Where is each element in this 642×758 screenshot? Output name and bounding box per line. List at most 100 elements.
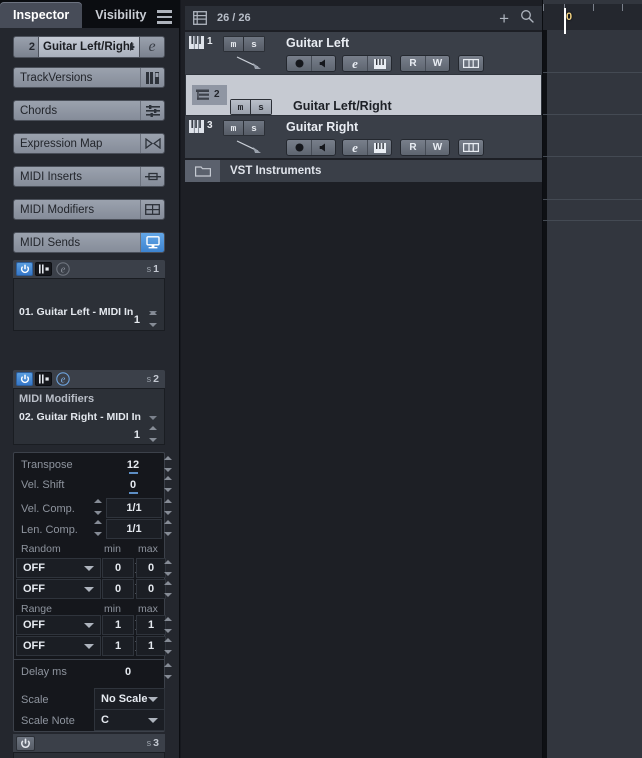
monitor-icon[interactable] — [311, 140, 335, 155]
chevron-down-icon[interactable] — [148, 717, 158, 723]
edit-channel-icon[interactable]: e — [140, 36, 165, 58]
vel-comp-stepper-left[interactable] — [94, 499, 103, 515]
vel-comp-value[interactable]: 1/1 — [106, 498, 162, 518]
record-enable-icon[interactable] — [287, 56, 311, 71]
mute-button[interactable]: m — [223, 120, 244, 136]
vel-comp-stepper-right[interactable] — [164, 499, 173, 515]
chevron-down-icon[interactable] — [84, 643, 94, 649]
len-comp-stepper-left[interactable] — [94, 520, 103, 536]
range-max-1-stepper[interactable] — [164, 617, 173, 633]
edit-instrument-icon[interactable]: e — [343, 140, 367, 155]
pre-send-icon[interactable] — [35, 372, 52, 386]
section-chords[interactable]: Chords — [13, 100, 165, 121]
random-max-2-stepper[interactable] — [164, 581, 173, 597]
send-slot-2-body[interactable]: MIDI Modifiers 02. Guitar Right - MIDI I… — [13, 388, 165, 445]
edit-icon[interactable]: e — [54, 372, 71, 386]
track-row[interactable]: 2 m s Guitar Left/Right — [185, 74, 542, 135]
write-automation[interactable]: W — [425, 56, 449, 71]
write-automation[interactable]: W — [425, 140, 449, 155]
tab-inspector[interactable]: Inspector — [0, 2, 83, 28]
random-min-1[interactable]: 0 — [102, 558, 134, 578]
vel-shift-slider-marker[interactable] — [129, 492, 138, 494]
midi-sends-icon[interactable] — [140, 233, 164, 252]
timeline-ruler[interactable]: 0 — [543, 4, 642, 34]
search-icon[interactable] — [520, 9, 534, 28]
expression-map-icon[interactable] — [140, 134, 164, 153]
send-slot-3-body[interactable] — [13, 752, 165, 758]
len-comp-value[interactable]: 1/1 — [106, 519, 162, 539]
hamburger-icon[interactable] — [157, 10, 172, 24]
send-channel-stepper[interactable] — [149, 311, 158, 327]
range-target-1[interactable]: OFF — [16, 615, 101, 635]
lanes-icon[interactable] — [459, 56, 483, 71]
plus-icon[interactable]: + — [499, 10, 509, 27]
range-max-2[interactable]: 1 — [136, 636, 166, 656]
send-destination[interactable]: 02. Guitar Right - MIDI In — [19, 411, 141, 423]
chevron-down-icon[interactable] — [84, 565, 94, 571]
record-enable-icon[interactable] — [287, 140, 311, 155]
tab-visibility[interactable]: Visibility — [82, 2, 159, 28]
chevron-down-icon[interactable] — [84, 586, 94, 592]
send-slot-1-body[interactable]: 01. Guitar Left - MIDI In 1 — [13, 278, 165, 331]
random-max-2[interactable]: 0 — [136, 579, 166, 599]
track-row[interactable]: 1 m s Guitar Left e R W — [185, 32, 542, 74]
chevron-down-icon[interactable] — [84, 622, 94, 628]
vel-shift-stepper[interactable] — [164, 476, 173, 492]
transpose-stepper[interactable] — [164, 456, 173, 472]
arrange-area[interactable]: 0 — [543, 0, 642, 758]
section-midi-inserts[interactable]: MIDI Inserts — [13, 166, 165, 187]
folder-name[interactable]: VST Instruments — [230, 165, 321, 177]
track-name[interactable]: Guitar Left/Right — [293, 99, 392, 113]
random-max-1[interactable]: 0 — [136, 558, 166, 578]
range-target-2[interactable]: OFF — [16, 636, 101, 656]
track-name[interactable]: Guitar Left — [286, 36, 349, 50]
scale-note-select[interactable]: C — [94, 709, 165, 731]
transpose-slider-marker[interactable] — [129, 472, 138, 474]
pre-send-icon[interactable] — [35, 262, 52, 276]
chords-icon[interactable] — [140, 101, 164, 120]
chevron-down-icon[interactable] — [149, 416, 157, 420]
track-row[interactable]: 3 m s Guitar Right e R W — [185, 116, 542, 158]
volume-fader-icon[interactable] — [236, 56, 266, 70]
monitor-icon[interactable] — [311, 56, 335, 71]
section-expression-map[interactable]: Expression Map — [13, 133, 165, 154]
send-channel-value[interactable]: 1 — [134, 314, 140, 326]
section-midi-modifiers[interactable]: MIDI Modifiers — [13, 199, 165, 220]
power-icon[interactable] — [16, 372, 33, 386]
delay-stepper[interactable] — [164, 663, 173, 679]
read-automation[interactable]: R — [401, 56, 425, 71]
chevron-down-icon[interactable] — [148, 696, 158, 702]
range-min-1[interactable]: 1 — [102, 615, 134, 635]
section-trackversions[interactable]: TrackVersions — [13, 67, 165, 88]
midi-inserts-icon[interactable] — [140, 167, 164, 186]
volume-fader-icon[interactable] — [236, 140, 266, 154]
len-comp-stepper-right[interactable] — [164, 520, 173, 536]
random-target-1[interactable]: OFF — [16, 558, 101, 578]
mute-button[interactable]: m — [230, 99, 251, 115]
delay-value[interactable]: 0 — [94, 662, 162, 682]
range-min-2[interactable]: 1 — [102, 636, 134, 656]
midi-modifiers-icon[interactable] — [140, 200, 164, 219]
edit-icon[interactable]: e — [54, 262, 71, 276]
range-max-1[interactable]: 1 — [136, 615, 166, 635]
send-channel-stepper[interactable] — [149, 426, 158, 442]
range-max-2-stepper[interactable] — [164, 638, 173, 654]
track-gutter[interactable]: 1 — [185, 32, 220, 74]
read-automation[interactable]: R — [401, 140, 425, 155]
random-min-2[interactable]: 0 — [102, 579, 134, 599]
power-icon[interactable] — [16, 262, 33, 276]
solo-button[interactable]: s — [244, 120, 265, 136]
scale-select[interactable]: No Scale — [94, 688, 165, 710]
keyboard-icon[interactable] — [367, 140, 391, 155]
solo-button[interactable]: s — [244, 36, 265, 52]
chevron-right-icon[interactable] — [130, 43, 135, 51]
edit-instrument-icon[interactable]: e — [343, 56, 367, 71]
track-list-icon[interactable] — [193, 11, 207, 25]
track-gutter[interactable]: 2 — [192, 85, 227, 105]
random-target-2[interactable]: OFF — [16, 579, 101, 599]
trackversions-icon[interactable] — [140, 68, 164, 87]
send-destination[interactable]: 01. Guitar Left - MIDI In — [19, 306, 133, 318]
mute-button[interactable]: m — [223, 36, 244, 52]
random-max-1-stepper[interactable] — [164, 560, 173, 576]
track-gutter[interactable]: 3 — [185, 116, 220, 158]
